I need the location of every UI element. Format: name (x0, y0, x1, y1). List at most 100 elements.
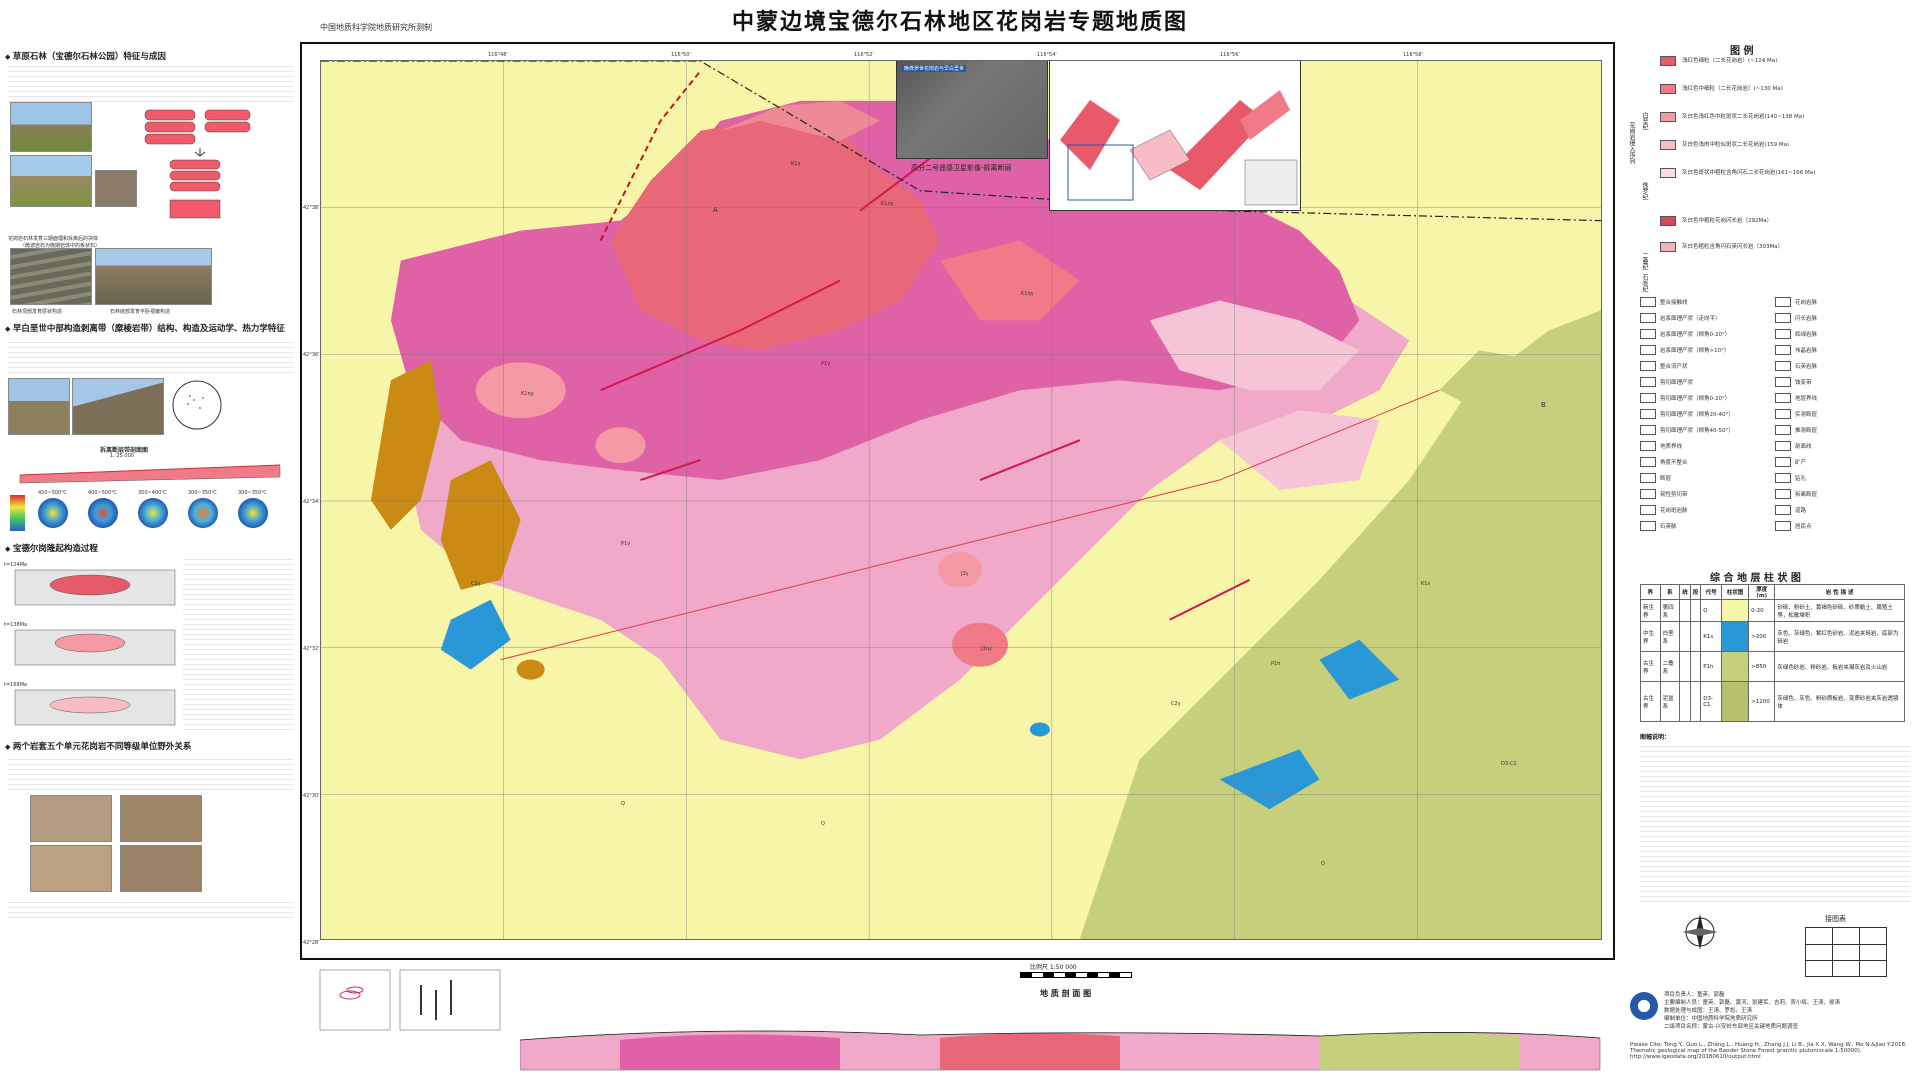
section-text-1 (8, 62, 293, 102)
legend-j3ng: 灰白色浅肉中粒似斑状二长花岗岩(159 Ma) (1682, 142, 1790, 148)
notes-text (1640, 742, 1910, 902)
unit-label-8: P1γ (821, 361, 831, 367)
uplift-time-3: t=168Ma (4, 682, 28, 688)
granite-unit-legend: 浅红色细粒（二长花岗岩）(~124 Ma) 浅红色中细粒（二长花岗岩）(~130… (1660, 56, 1910, 286)
geochronology-chart (319, 969, 501, 1031)
symbol-label: 辉绿岩脉 (1795, 332, 1818, 338)
photo-mylonite-2 (72, 378, 164, 435)
strat-era: 新生界 (1640, 599, 1661, 622)
photo-rock-detail (95, 170, 137, 207)
strat-desc: 灰绿色砂岩、粉砂岩、板岩夹凝灰岩及火山岩 (1774, 651, 1905, 682)
symbol-swatch (1640, 329, 1656, 339)
rock-forest-evolution-diagram (144, 109, 251, 219)
unit-label-14: P1h (1271, 661, 1281, 667)
coord-top-6: 116°58' (1403, 52, 1423, 58)
field-photo-a (30, 795, 112, 842)
coord-left-1: 42°38' (303, 205, 320, 211)
symbol-label: 地质界线 (1660, 444, 1683, 450)
detachment-cross-section (19, 464, 281, 484)
swatch-k1g (1660, 56, 1676, 66)
coord-left-5: 42°30' (303, 793, 320, 799)
strat-sys: 白垩系 (1659, 621, 1681, 652)
strat-thickness: >850 (1748, 651, 1776, 682)
temp-label-3: 350~400℃ (138, 490, 167, 496)
credits-block: 项目负责人：童英、郭磊 主要编制人员：童英、郭磊、黄河、张建军、吉莉、贾小辉、王… (1664, 990, 1914, 1030)
unit-label-7: P1γ (621, 541, 631, 547)
legend-k1ng: 浅红色中细粒（二长花岗岩）(~130 Ma) (1682, 86, 1783, 92)
strat-desc: 灰绿色、灰色、粉砂质板岩、变质砂岩夹灰岩透镜体 (1774, 681, 1905, 722)
strat-desc: 灰色、灰绿色、紫红色砂岩、泥岩夹砾岩，底部为砾岩 (1774, 621, 1905, 652)
unit-label-5: J3γ (961, 571, 969, 577)
swatch-p1g (1660, 216, 1676, 226)
swatch-j3ng (1660, 140, 1676, 150)
strat-column-d (1721, 681, 1750, 722)
label-jurassic: 侏罗纪 (1641, 182, 1648, 200)
strat-code: Q (1700, 599, 1723, 622)
strat-column-k (1721, 621, 1750, 652)
geologic-map[interactable]: 晚侏罗世花岗岩与早白垩世 高分二号遥感卫星影像-拆离断层 A B K1γ K1η… (320, 60, 1602, 940)
temperature-stereonets: 450~500℃ 400~500℃ 350~400℃ 300~350℃ 300~… (10, 490, 295, 535)
symbol-swatch (1775, 425, 1791, 435)
symbol-label: 整合接触线 (1660, 300, 1688, 306)
coord-top-1: 116°48' (488, 52, 508, 58)
section-title-4: 两个岩套五个单元花岗岩不同等级单位野外关系 (5, 740, 295, 752)
coord-left-6: 42°28' (303, 940, 320, 946)
legend-title: 图 例 (1730, 46, 1754, 57)
label-carboniferous: 石炭纪 (1641, 274, 1648, 292)
index-map-grid (1805, 927, 1887, 977)
legend-k1g: 浅红色细粒（二长花岗岩）(~124 Ma) (1682, 58, 1778, 64)
symbol-label: 剖面线 (1795, 444, 1812, 450)
stereonet-2 (88, 498, 118, 528)
section-label: 地 质 剖 面 图 (1040, 989, 1092, 998)
symbol-label: 剪切面理产状（倾角20-40°） (1660, 412, 1734, 418)
strat-desc: 砂砾、粉砂土、黄褐色砂砾、砂质黏土、腐殖土等，松散堆积 (1774, 599, 1905, 622)
symbol-label: 整合流产状 (1660, 364, 1688, 370)
stereonet-4 (188, 498, 218, 528)
map-title: 中蒙边境宝德尔石林地区花岗岩专题地质图 (731, 10, 1188, 35)
field-photo-d (120, 845, 202, 892)
symbol-swatch (1775, 409, 1791, 419)
symbol-swatch (1640, 521, 1656, 531)
credit-line-2: 主要编制人员：童英、郭磊、黄河、张建军、吉莉、贾小辉、王涛、侯涛 (1664, 1000, 1841, 1006)
stereonet-diagram (172, 380, 222, 430)
legend-j3d: 灰白色斑状中粗粒含角闪石二长花岗岩(161~166 Ma) (1682, 170, 1816, 176)
symbol-label: 岩浆面理产状（倾角>10°） (1660, 348, 1730, 354)
strat-code: K1s (1700, 621, 1723, 652)
coord-left-3: 42°34' (303, 499, 320, 505)
symbol-swatch (1640, 377, 1656, 387)
symbol-label: 花岗岩脉 (1795, 300, 1818, 306)
symbol-legend: 整合接触线 岩浆面理产状（走向平） 岩浆面理产状（倾角0-20°） 岩浆面理产状（倾角… (1640, 297, 1910, 547)
symbol-swatch (1775, 313, 1791, 323)
credit-line-4: 编制单位：中国地质科学院地质研究所 (1664, 1016, 1758, 1022)
strat-title: 综 合 地 层 柱 状 图 (1710, 573, 1801, 584)
label-cretaceous: 白垩纪 (1641, 112, 1648, 130)
legend-j3g: 灰白色浅红色中粒斑状二长花岗岩(140~138 Ma) (1682, 114, 1805, 120)
strat-header-member: 段 (1689, 584, 1702, 600)
intrusion-sequence-label: 花岗岩侵入序列 (1628, 122, 1635, 164)
symbol-swatch (1775, 441, 1791, 451)
bottom-note-text (8, 898, 293, 920)
strat-code: P1h (1700, 651, 1723, 682)
symbol-label: 蚀变带 (1795, 380, 1812, 386)
index-map-title: 接图表 (1825, 915, 1846, 923)
photo-caption-2: 石林顶部发育层状构造 (12, 309, 63, 315)
symbol-swatch (1640, 297, 1656, 307)
symbol-swatch (1775, 473, 1791, 483)
coord-left-4: 42°32' (303, 646, 320, 652)
symbol-label: 韧性剪切带 (1660, 492, 1688, 498)
symbol-label: 剪切面理产状 (1660, 380, 1694, 386)
satellite-image-inset: 晚侏罗世花岗岩与早白垩世 (896, 61, 1048, 159)
strat-column-table: 界 系 统 段 代号 柱状图 厚度(m) 岩 性 描 述 新生界 第四系 Q 0… (1640, 584, 1905, 722)
symbol-label: 推测断层 (1795, 428, 1818, 434)
geologic-cross-section (520, 1030, 1601, 1071)
symbol-swatch (1640, 313, 1656, 323)
swatch-c2g (1660, 242, 1676, 252)
strat-era: 中生界 (1640, 621, 1661, 652)
stereonet-1 (38, 498, 68, 528)
symbol-label: 道路 (1795, 508, 1807, 514)
coord-left-2: 42°36' (303, 352, 320, 358)
citation-url[interactable]: http://www.igeodata.org/20180610/output.… (1630, 1054, 1915, 1060)
field-photo-b (120, 795, 202, 842)
credit-line-5: 二级项目名称：蒙古-兴安岭东部地区关键地质问题调查 (1664, 1024, 1798, 1030)
regional-inset-svg (1060, 90, 1298, 206)
